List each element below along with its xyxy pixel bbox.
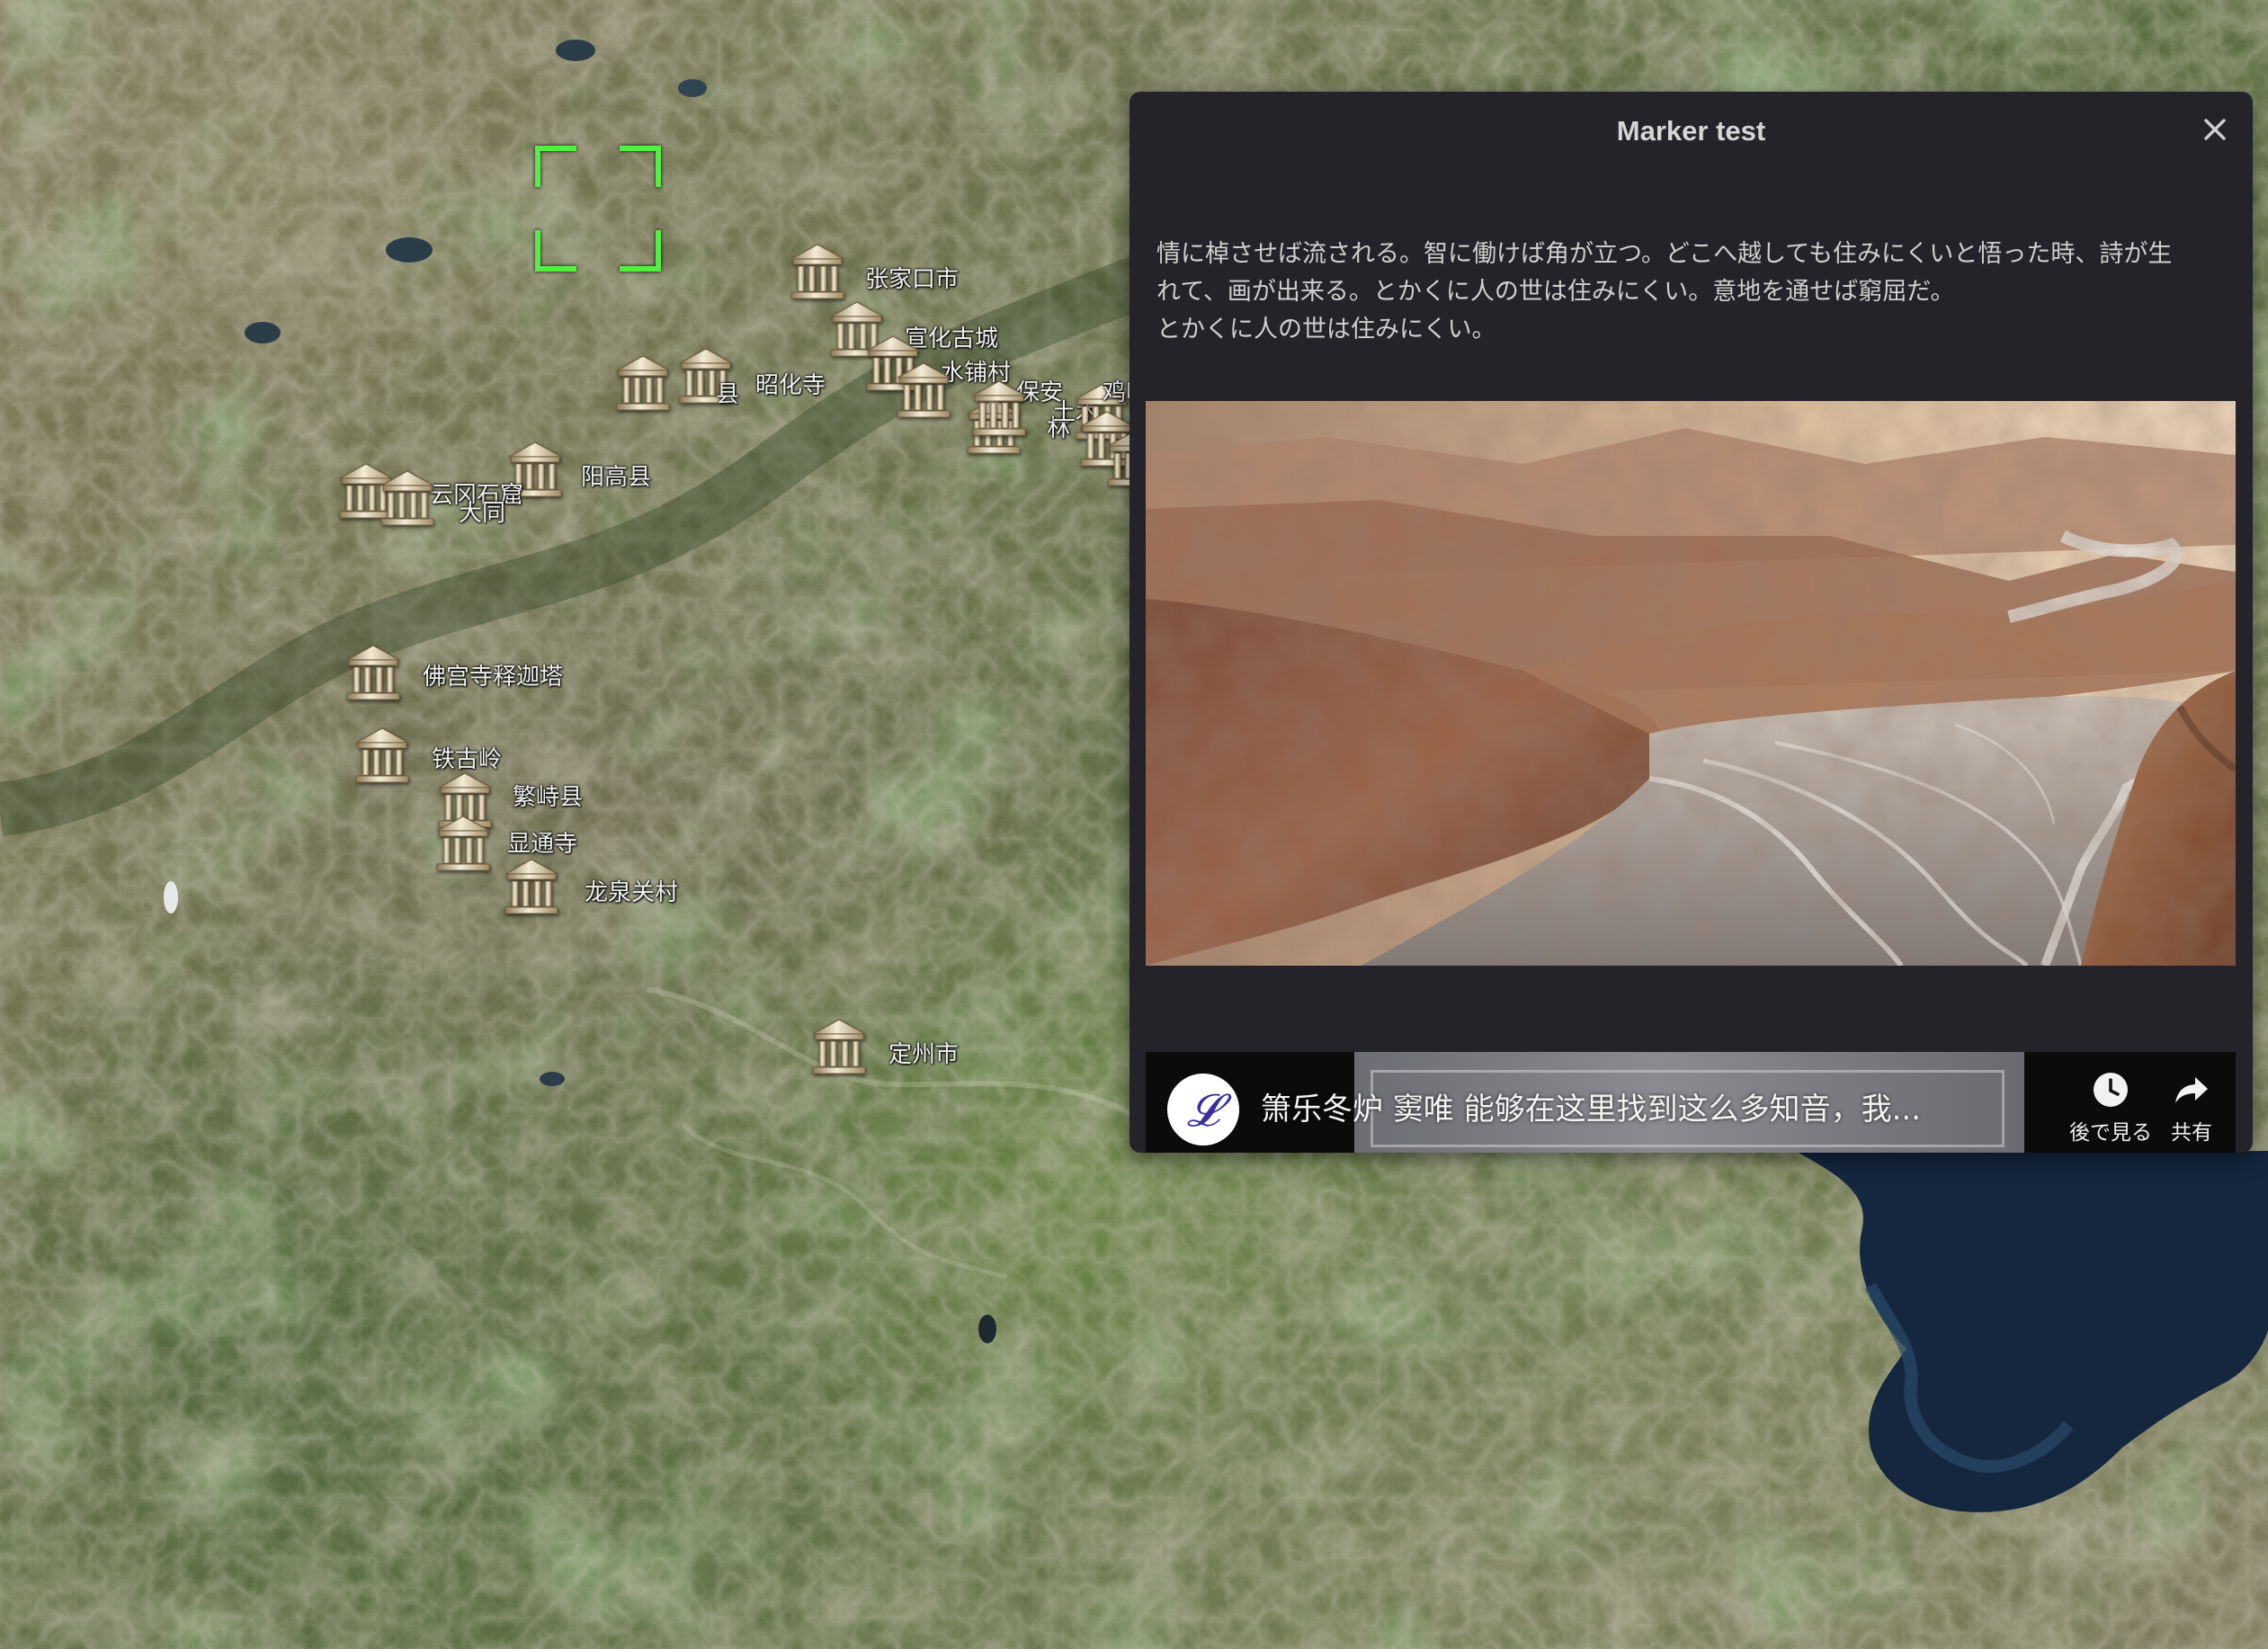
description-line: れて、画が出来る。とかくに人の世は住みにくい。意地を通せば窮屈だ。 <box>1156 278 1955 306</box>
marker-label: 张家口市 <box>865 266 960 293</box>
marker-label: 定州市 <box>888 1041 960 1068</box>
temple-icon <box>616 355 670 411</box>
marker-label: 昭化寺 <box>755 372 826 399</box>
temple-icon <box>380 470 434 526</box>
clock-icon <box>2094 1073 2128 1107</box>
marker-dingzhou[interactable] <box>808 1016 871 1079</box>
temple-icon <box>790 244 844 299</box>
marker-east1[interactable] <box>892 360 955 423</box>
channel-avatar[interactable]: 𝓛 <box>1167 1074 1239 1145</box>
focus-reticle <box>535 146 661 272</box>
video-title[interactable]: 箫乐冬炉 窦唯 能够在这里找到这么多知音，我... <box>1261 1084 1944 1128</box>
panel-title: Marker test <box>1616 115 1766 147</box>
share-button[interactable]: 共有 <box>2142 1070 2236 1145</box>
description-line: とかくに人の世は住みにくい。 <box>1156 316 1496 343</box>
marker-zhen[interactable] <box>612 352 674 415</box>
marker-east3[interactable] <box>968 378 1031 441</box>
description-line: 情に棹させば流される。智に働けば角が立つ。どこへ越しても住みにくいと悟った時、詩… <box>1156 240 2173 268</box>
marker-label: 佛宫寺释迦塔 <box>423 664 564 691</box>
marker-longquanguan[interactable] <box>500 856 563 919</box>
close-icon <box>2204 119 2226 140</box>
marker-tieshaling[interactable] <box>351 725 414 788</box>
marker-fogong[interactable] <box>342 642 405 705</box>
temple-icon <box>897 362 951 418</box>
marker-datong[interactable] <box>376 468 439 530</box>
share-icon <box>2175 1077 2208 1103</box>
marker-label: 阳高县 <box>581 464 652 491</box>
marker-label: 龙泉关村 <box>585 879 679 906</box>
marker-label: 显通寺 <box>507 831 578 858</box>
panel-description: 情に棹させば流される。智に働けば角が立つ。どこへ越しても住みにくいと悟った時、詩… <box>1156 236 2231 349</box>
marker-xiantong[interactable] <box>432 813 495 876</box>
temple-icon <box>346 645 400 700</box>
canyon-river-photo <box>1146 401 2236 966</box>
marker-label: 大同 <box>459 500 506 527</box>
close-button[interactable] <box>2197 111 2233 147</box>
marker-label: 县 <box>716 381 740 408</box>
temple-icon <box>355 727 409 783</box>
marker-label: 繁峙县 <box>513 784 584 811</box>
temple-icon <box>972 380 1026 436</box>
temple-icon <box>436 816 490 871</box>
marker-popup-panel: Marker test 情に棹させば流される。智に働けば角が立つ。どこへ越しても… <box>1130 92 2253 1153</box>
embedded-video-bar[interactable]: 𝓛 箫乐冬炉 窦唯 能够在这里找到这么多知音，我... 後で見る 共有 <box>1146 1052 2236 1153</box>
temple-icon <box>812 1019 866 1074</box>
temple-icon <box>504 859 558 914</box>
share-label: 共有 <box>2171 1121 2212 1145</box>
marker-zhangjiakou[interactable] <box>786 241 849 304</box>
